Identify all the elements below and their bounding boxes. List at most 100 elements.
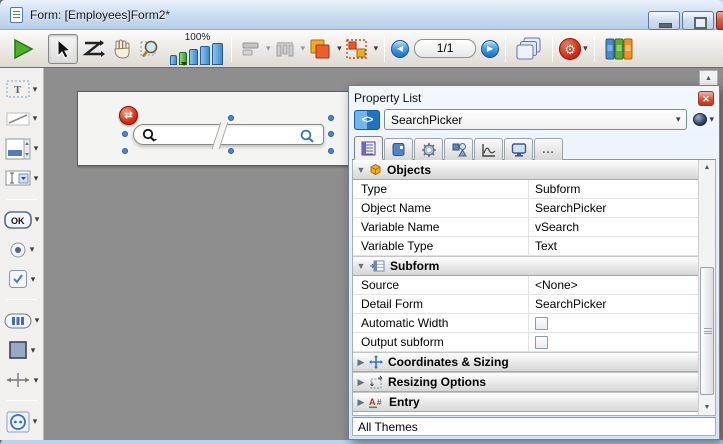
palette-scrollbar[interactable]: ▲ ▼	[698, 160, 715, 415]
checkbox-tool[interactable]: ▾	[8, 268, 36, 291]
tab-objects-shapes[interactable]	[444, 138, 473, 160]
zoom-bars-icon[interactable]	[170, 43, 225, 65]
searchpicker-widget[interactable]	[133, 124, 324, 145]
property-row[interactable]: Output subform	[353, 333, 698, 352]
section-resizing-options[interactable]: ▶ Resizing Options	[353, 372, 698, 392]
expander-closed-icon[interactable]: ▶	[353, 357, 369, 368]
output-subform-checkbox[interactable]	[535, 336, 548, 349]
group-tool-button[interactable]	[342, 34, 372, 64]
palette-header[interactable]: Property List ✕	[352, 88, 716, 108]
rectangle-tool-dropdown-icon[interactable]: ▾	[31, 345, 36, 356]
checkbox-tool-dropdown-icon[interactable]: ▾	[31, 274, 36, 285]
select-tool-button[interactable]	[48, 34, 78, 64]
property-row[interactable]: Variable Type Text	[353, 237, 698, 256]
button-grid-tool-dropdown-icon[interactable]: ▾	[35, 315, 40, 326]
selection-handle[interactable]	[328, 148, 334, 154]
maximize-button[interactable]	[682, 11, 714, 30]
form-page-area[interactable]: ⇄	[77, 91, 365, 166]
object-code-button[interactable]: <>	[354, 110, 380, 130]
selection-handle[interactable]	[328, 115, 334, 121]
button-grid-tool[interactable]: ▾	[4, 309, 40, 332]
property-value[interactable]: SearchPicker	[529, 199, 698, 217]
listbox-tool-dropdown-icon[interactable]: ▾	[34, 143, 39, 154]
next-page-button[interactable]: ▶	[481, 40, 499, 58]
tab-display[interactable]	[504, 138, 533, 160]
section-subform[interactable]: ▼ Subform	[353, 256, 698, 276]
tab-overflow[interactable]: ...	[534, 138, 563, 160]
selection-handle[interactable]	[228, 115, 234, 121]
property-row[interactable]: Automatic Width	[353, 314, 698, 333]
tab-settings[interactable]	[414, 138, 443, 160]
tab-events-curve[interactable]	[474, 138, 503, 160]
button-tool[interactable]: OK ▾	[4, 209, 40, 232]
subform-badge-icon[interactable]: ⇄	[119, 106, 138, 125]
listbox-tool[interactable]: ▾	[5, 137, 39, 160]
radio-button-tool[interactable]: ▾	[9, 238, 35, 261]
tab-photo[interactable]	[384, 138, 413, 160]
distribute-tool-button[interactable]	[271, 34, 299, 64]
section-entry[interactable]: ▶ A# Entry	[353, 392, 698, 412]
radio-tool-dropdown-icon[interactable]: ▾	[30, 244, 35, 255]
palette-close-button[interactable]: ✕	[698, 91, 714, 106]
splitter-tool-dropdown-icon[interactable]: ▾	[34, 375, 39, 386]
selection-handle[interactable]	[228, 148, 234, 154]
text-tool[interactable]: T ▾	[6, 78, 38, 101]
scrollbar-thumb[interactable]	[700, 267, 714, 395]
property-row[interactable]: Variable Name vSearch	[353, 218, 698, 237]
gear-dropdown-icon[interactable]: ▾	[583, 43, 588, 54]
selection-handle[interactable]	[122, 148, 128, 154]
property-value[interactable]: Text	[529, 237, 698, 255]
object-selector-combo[interactable]: SearchPicker ▾	[384, 109, 687, 130]
property-value[interactable]: <None>	[529, 276, 698, 294]
rectangle-tool[interactable]: ▾	[8, 339, 36, 362]
plugin-area-tool[interactable]: ▾	[6, 410, 38, 433]
property-value[interactable]: SearchPicker	[529, 295, 698, 313]
section-objects[interactable]: ▼ Objects	[353, 160, 698, 180]
expander-closed-icon[interactable]: ▶	[353, 377, 369, 388]
expander-closed-icon[interactable]: ▶	[353, 397, 369, 408]
scroll-down-icon[interactable]: ▼	[699, 400, 715, 415]
selection-handle[interactable]	[328, 131, 334, 137]
titlebar[interactable]: Form: [Employees]Form2*	[0, 0, 723, 30]
visibility-eye-icon[interactable]	[693, 113, 707, 126]
splitter-tool[interactable]: ▾	[5, 369, 39, 392]
entry-order-tool-button[interactable]	[78, 34, 108, 64]
run-form-button[interactable]	[8, 34, 38, 64]
text-tool-dropdown-icon[interactable]: ▾	[33, 84, 38, 95]
selection-handle[interactable]	[122, 131, 128, 137]
section-coordinates-sizing[interactable]: ▶ Coordinates & Sizing	[353, 352, 698, 372]
level-tool-button[interactable]	[305, 34, 335, 64]
zoom-level-control[interactable]: 100%	[170, 33, 225, 65]
property-row[interactable]: Source <None>	[353, 276, 698, 295]
button-tool-dropdown-icon[interactable]: ▾	[35, 214, 40, 225]
expander-open-icon[interactable]: ▼	[353, 165, 369, 175]
themes-filter-bar[interactable]: All Themes	[352, 417, 716, 436]
scroll-up-icon[interactable]: ▲	[699, 160, 715, 175]
minimize-button[interactable]	[648, 11, 680, 30]
group-dropdown-icon[interactable]: ▾	[374, 43, 379, 54]
zoom-tool-button[interactable]	[136, 34, 166, 64]
property-value[interactable]: Subform	[529, 180, 698, 198]
plugin-tool-dropdown-icon[interactable]: ▾	[33, 416, 38, 427]
display-pages-button[interactable]	[512, 34, 546, 64]
property-row[interactable]: Object Name SearchPicker	[353, 199, 698, 218]
close-button[interactable]	[716, 11, 723, 30]
form-properties-button[interactable]: ⚙	[559, 38, 581, 60]
page-indicator[interactable]: 1/1	[414, 39, 476, 58]
property-value[interactable]: vSearch	[529, 218, 698, 236]
visibility-dropdown-icon[interactable]: ▾	[709, 114, 714, 125]
automatic-width-checkbox[interactable]	[535, 317, 548, 330]
previous-page-button[interactable]: ◀	[391, 40, 409, 58]
align-tool-button[interactable]	[238, 34, 264, 64]
line-tool-dropdown-icon[interactable]: ▾	[33, 113, 38, 124]
line-tool[interactable]: ▾	[6, 108, 38, 131]
search-submit-icon[interactable]	[299, 128, 316, 144]
property-row[interactable]: Type Subform	[353, 180, 698, 199]
property-row[interactable]: Detail Form SearchPicker	[353, 295, 698, 314]
library-button[interactable]	[601, 34, 637, 64]
expander-open-icon[interactable]: ▼	[353, 261, 369, 271]
combobox-tool-dropdown-icon[interactable]: ▾	[34, 173, 39, 184]
combobox-tool[interactable]: ▾	[5, 167, 39, 190]
pan-tool-button[interactable]	[108, 34, 136, 64]
tab-property-list[interactable]	[354, 136, 383, 160]
